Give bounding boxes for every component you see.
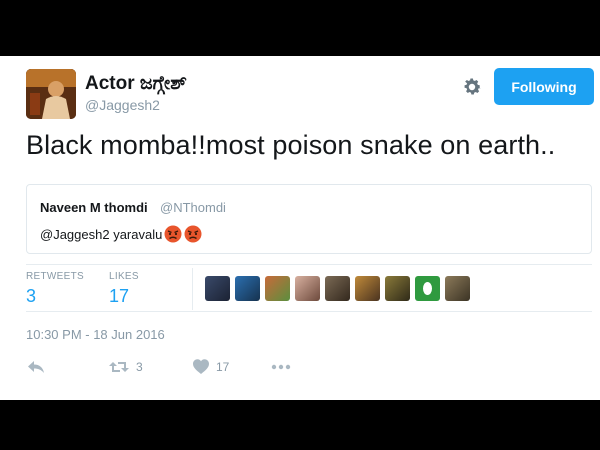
- retweets-count[interactable]: 3: [26, 286, 36, 307]
- liker-avatar[interactable]: [325, 276, 350, 301]
- liker-avatar[interactable]: [205, 276, 230, 301]
- quote-text: @Jaggesh2 yaravalu: [40, 226, 163, 242]
- tweet-text: Black momba!!most poison snake on earth.…: [26, 130, 556, 160]
- author-name[interactable]: Actor ಜಗ್ಗೇಶ್: [85, 73, 187, 95]
- liker-avatar[interactable]: [445, 276, 470, 301]
- heart-icon: [193, 359, 209, 374]
- reply-button[interactable]: [26, 358, 46, 376]
- likes-count[interactable]: 17: [109, 286, 129, 307]
- angry-emoji: [164, 225, 182, 243]
- more-icon: [271, 364, 291, 370]
- quote-author-handle: @NThomdi: [160, 200, 226, 215]
- more-button[interactable]: [271, 358, 291, 376]
- retweets-label: RETWEETS: [26, 271, 84, 282]
- divider: [26, 311, 592, 312]
- divider: [192, 268, 193, 310]
- liker-avatar[interactable]: [295, 276, 320, 301]
- gear-icon[interactable]: [461, 76, 483, 98]
- like-button[interactable]: 17: [192, 358, 229, 375]
- likers-avatars: [205, 276, 470, 301]
- likes-label: LIKES: [109, 271, 139, 282]
- retweet-button[interactable]: 3: [108, 358, 143, 376]
- liker-avatar[interactable]: [415, 276, 440, 301]
- quote-author-name: Naveen M thomdi: [40, 200, 148, 215]
- avatar[interactable]: [26, 69, 76, 119]
- quote-text-row: @Jaggesh2 yaravalu: [40, 225, 202, 243]
- reply-icon: [28, 361, 44, 373]
- divider: [26, 264, 592, 265]
- like-count: 17: [216, 359, 230, 374]
- quoted-tweet[interactable]: Naveen M thomdi @NThomdi @Jaggesh2 yarav…: [26, 184, 592, 254]
- following-button[interactable]: Following: [494, 68, 594, 105]
- liker-avatar[interactable]: [355, 276, 380, 301]
- angry-emoji: [184, 225, 202, 243]
- liker-avatar[interactable]: [235, 276, 260, 301]
- author-handle[interactable]: @Jaggesh2: [85, 97, 160, 113]
- liker-avatar[interactable]: [385, 276, 410, 301]
- liker-avatar[interactable]: [265, 276, 290, 301]
- retweet-icon: [109, 362, 129, 372]
- retweet-count: 3: [136, 360, 143, 374]
- timestamp[interactable]: 10:30 PM - 18 Jun 2016: [26, 327, 165, 342]
